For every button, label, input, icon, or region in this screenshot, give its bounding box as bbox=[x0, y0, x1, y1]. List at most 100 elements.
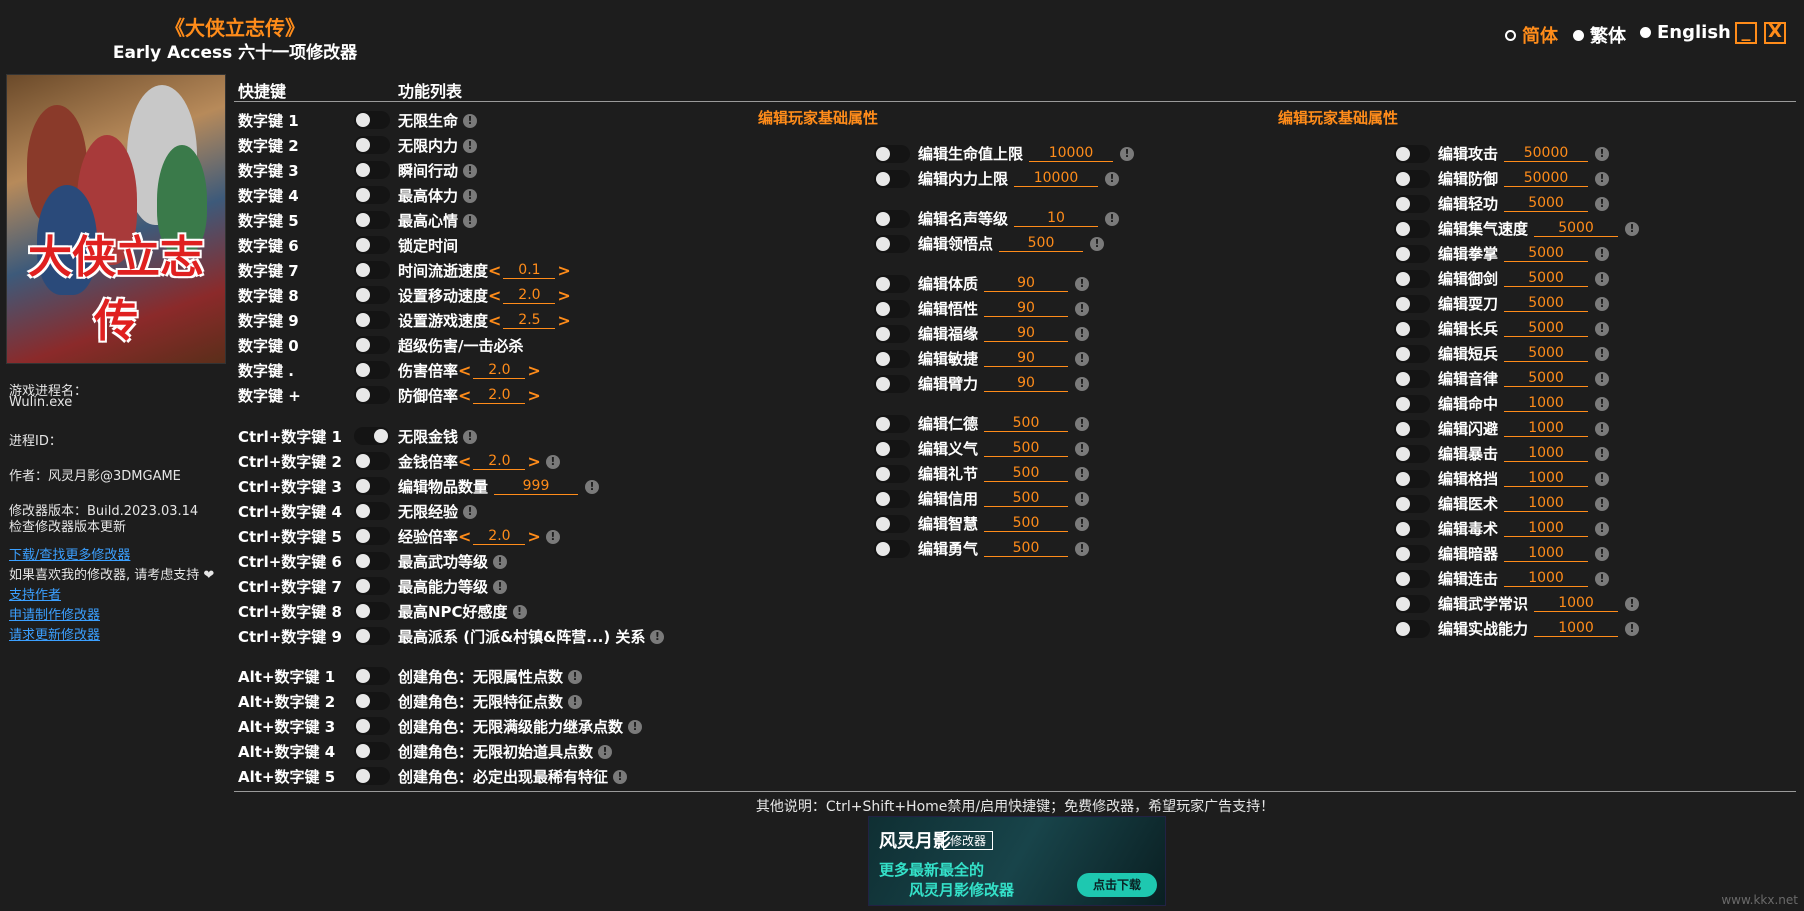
feature-toggle[interactable] bbox=[354, 667, 390, 685]
attribute-value-input[interactable]: 5000 bbox=[1504, 245, 1589, 262]
attribute-toggle[interactable] bbox=[874, 415, 910, 433]
decrease-arrow-icon[interactable]: < bbox=[488, 311, 501, 330]
value-field[interactable]: 2.0 bbox=[473, 362, 526, 379]
attribute-value-input[interactable]: 500 bbox=[984, 415, 1069, 432]
attribute-toggle[interactable] bbox=[874, 300, 910, 318]
attribute-toggle[interactable] bbox=[874, 540, 910, 558]
info-icon[interactable]: ! bbox=[1595, 296, 1610, 311]
feature-toggle[interactable] bbox=[354, 286, 390, 304]
attribute-toggle[interactable] bbox=[1394, 445, 1430, 463]
feature-toggle[interactable] bbox=[354, 602, 390, 620]
feature-toggle[interactable] bbox=[354, 627, 390, 645]
info-icon[interactable]: ! bbox=[1625, 621, 1640, 636]
value-field[interactable]: 2.0 bbox=[473, 387, 526, 404]
value-field[interactable]: 2.0 bbox=[473, 528, 526, 545]
info-icon[interactable]: ! bbox=[1595, 271, 1610, 286]
attribute-value-input[interactable]: 500 bbox=[999, 235, 1084, 252]
attribute-toggle[interactable] bbox=[1394, 395, 1430, 413]
info-icon[interactable]: ! bbox=[463, 188, 478, 203]
feature-toggle[interactable] bbox=[354, 236, 390, 254]
attribute-value-input[interactable]: 5000 bbox=[1504, 295, 1589, 312]
attribute-value-input[interactable]: 90 bbox=[984, 375, 1069, 392]
attribute-toggle[interactable] bbox=[1394, 520, 1430, 538]
feature-toggle[interactable] bbox=[354, 361, 390, 379]
info-icon[interactable]: ! bbox=[463, 138, 478, 153]
feature-toggle[interactable] bbox=[354, 336, 390, 354]
feature-toggle[interactable] bbox=[354, 136, 390, 154]
ad-banner[interactable]: 风灵月影 修改器 更多最新最全的 风灵月影修改器 点击下载 bbox=[868, 816, 1166, 906]
support-author-link[interactable]: 支持作者 bbox=[9, 584, 61, 603]
feature-toggle[interactable] bbox=[354, 552, 390, 570]
attribute-toggle[interactable] bbox=[874, 235, 910, 253]
attribute-toggle[interactable] bbox=[1394, 295, 1430, 313]
attribute-value-input[interactable]: 1000 bbox=[1504, 420, 1589, 437]
lang-traditional[interactable]: 繁体 bbox=[1573, 22, 1626, 48]
info-icon[interactable]: ! bbox=[1595, 446, 1610, 461]
info-icon[interactable]: ! bbox=[1075, 541, 1090, 556]
increase-arrow-icon[interactable]: > bbox=[557, 261, 570, 280]
info-icon[interactable]: ! bbox=[1595, 321, 1610, 336]
attribute-toggle[interactable] bbox=[1394, 345, 1430, 363]
info-icon[interactable]: ! bbox=[1105, 171, 1120, 186]
info-icon[interactable]: ! bbox=[493, 554, 508, 569]
info-icon[interactable]: ! bbox=[463, 213, 478, 228]
feature-toggle[interactable] bbox=[354, 211, 390, 229]
increase-arrow-icon[interactable]: > bbox=[557, 286, 570, 305]
feature-toggle[interactable] bbox=[354, 386, 390, 404]
info-icon[interactable]: ! bbox=[1075, 466, 1090, 481]
attribute-toggle[interactable] bbox=[874, 465, 910, 483]
info-icon[interactable]: ! bbox=[628, 719, 643, 734]
increase-arrow-icon[interactable]: > bbox=[527, 452, 540, 471]
attribute-toggle[interactable] bbox=[1394, 545, 1430, 563]
feature-toggle[interactable] bbox=[354, 186, 390, 204]
decrease-arrow-icon[interactable]: < bbox=[458, 452, 471, 471]
value-field[interactable]: 0.1 bbox=[503, 262, 556, 279]
info-icon[interactable]: ! bbox=[1595, 521, 1610, 536]
attribute-toggle[interactable] bbox=[874, 145, 910, 163]
info-icon[interactable]: ! bbox=[585, 479, 600, 494]
ad-download-button[interactable]: 点击下载 bbox=[1077, 873, 1157, 897]
attribute-toggle[interactable] bbox=[874, 490, 910, 508]
download-more-link[interactable]: 下载/查找更多修改器 bbox=[9, 544, 130, 563]
info-icon[interactable]: ! bbox=[1595, 496, 1610, 511]
attribute-toggle[interactable] bbox=[1394, 170, 1430, 188]
value-field[interactable]: 2.0 bbox=[473, 453, 526, 470]
attribute-toggle[interactable] bbox=[874, 325, 910, 343]
feature-toggle[interactable] bbox=[354, 692, 390, 710]
info-icon[interactable]: ! bbox=[1075, 276, 1090, 291]
request-trainer-link[interactable]: 申请制作修改器 bbox=[9, 604, 100, 623]
attribute-value-input[interactable]: 5000 bbox=[1504, 370, 1589, 387]
attribute-toggle[interactable] bbox=[1394, 620, 1430, 638]
increase-arrow-icon[interactable]: > bbox=[557, 311, 570, 330]
attribute-toggle[interactable] bbox=[1394, 145, 1430, 163]
info-icon[interactable]: ! bbox=[493, 579, 508, 594]
value-field[interactable]: 2.0 bbox=[503, 287, 556, 304]
info-icon[interactable]: ! bbox=[1075, 376, 1090, 391]
info-icon[interactable]: ! bbox=[463, 113, 478, 128]
info-icon[interactable]: ! bbox=[1075, 441, 1090, 456]
value-field[interactable]: 2.5 bbox=[503, 312, 556, 329]
attribute-value-input[interactable]: 10000 bbox=[1029, 145, 1114, 162]
attribute-toggle[interactable] bbox=[1394, 495, 1430, 513]
info-icon[interactable]: ! bbox=[1075, 326, 1090, 341]
info-icon[interactable]: ! bbox=[1075, 516, 1090, 531]
decrease-arrow-icon[interactable]: < bbox=[458, 361, 471, 380]
attribute-value-input[interactable]: 1000 bbox=[1504, 520, 1589, 537]
attribute-value-input[interactable]: 90 bbox=[984, 350, 1069, 367]
attribute-value-input[interactable]: 10000 bbox=[1014, 170, 1099, 187]
info-icon[interactable]: ! bbox=[1120, 146, 1135, 161]
attribute-value-input[interactable]: 90 bbox=[984, 325, 1069, 342]
info-icon[interactable]: ! bbox=[463, 504, 478, 519]
attribute-toggle[interactable] bbox=[1394, 370, 1430, 388]
attribute-value-input[interactable]: 500 bbox=[984, 490, 1069, 507]
attribute-value-input[interactable]: 10 bbox=[1014, 210, 1099, 227]
lang-english[interactable]: English bbox=[1640, 22, 1731, 43]
feature-toggle[interactable] bbox=[354, 767, 390, 785]
attribute-value-input[interactable]: 5000 bbox=[1504, 345, 1589, 362]
info-icon[interactable]: ! bbox=[1595, 146, 1610, 161]
feature-toggle[interactable] bbox=[354, 477, 390, 495]
info-icon[interactable]: ! bbox=[545, 454, 560, 469]
minimize-button[interactable]: _ bbox=[1735, 22, 1757, 44]
info-icon[interactable]: ! bbox=[463, 163, 478, 178]
feature-toggle[interactable] bbox=[354, 742, 390, 760]
